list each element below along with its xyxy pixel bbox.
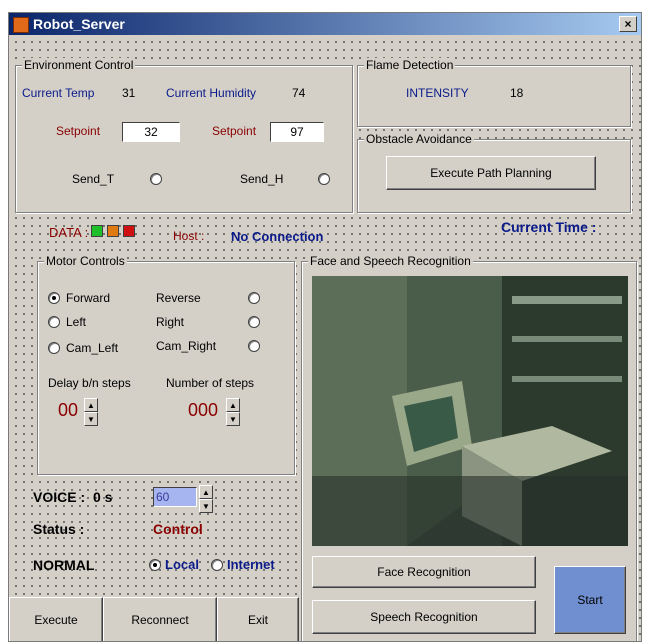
setpoint-temp-field[interactable]: 32 bbox=[122, 122, 180, 142]
motor-controls-group: Motor Controls Forward Reverse Left Righ… bbox=[37, 254, 295, 475]
cam-right-radio[interactable] bbox=[248, 340, 260, 352]
intensity-label: INTENSITY bbox=[406, 86, 469, 100]
obstacle-avoidance-legend: Obstacle Avoidance bbox=[364, 132, 474, 146]
forward-label: Forward bbox=[66, 291, 111, 305]
indicator-red bbox=[123, 225, 135, 237]
status-value: Control bbox=[153, 521, 203, 537]
delay-value: 00 bbox=[58, 400, 79, 420]
steps-up-icon[interactable]: ▲ bbox=[226, 398, 240, 412]
current-humidity-label: Current Humidity bbox=[166, 86, 257, 100]
indicator-green bbox=[91, 225, 103, 237]
environment-control-legend: Environment Control bbox=[22, 58, 136, 72]
right-label: Right bbox=[156, 315, 185, 329]
delay-up-icon[interactable]: ▲ bbox=[84, 398, 98, 412]
current-time-label: Current Time : bbox=[501, 219, 597, 235]
flame-detection-legend: Flame Detection bbox=[364, 58, 456, 72]
title-bar: Robot_Server × bbox=[9, 13, 641, 35]
delay-label: Delay b/n steps bbox=[48, 376, 131, 390]
send-t-radio[interactable] bbox=[150, 173, 162, 185]
current-temp-label: Current Temp bbox=[22, 86, 95, 100]
face-recognition-button[interactable]: Face Recognition bbox=[312, 556, 536, 588]
voice-spinner[interactable]: ▲ ▼ bbox=[199, 485, 213, 515]
internet-label: Internet bbox=[227, 557, 275, 572]
steps-value: 000 bbox=[188, 400, 219, 420]
steps-label: Number of steps bbox=[166, 376, 255, 390]
local-radio[interactable] bbox=[149, 559, 161, 571]
start-button[interactable]: Start bbox=[554, 566, 626, 634]
voice-input[interactable]: 60 bbox=[153, 487, 197, 507]
host-value: No Connection bbox=[231, 229, 324, 244]
send-h-label: Send_H bbox=[240, 172, 284, 186]
voice-down-icon[interactable]: ▼ bbox=[199, 499, 213, 513]
robot-server-window: Robot_Server × Environment Control Curre… bbox=[8, 12, 642, 642]
right-radio[interactable] bbox=[248, 316, 260, 328]
speech-recognition-button[interactable]: Speech Recognition bbox=[312, 600, 536, 634]
execute-button[interactable]: Execute bbox=[9, 597, 103, 641]
obstacle-avoidance-group: Obstacle Avoidance Execute Path Planning bbox=[357, 132, 631, 213]
execute-path-planning-button[interactable]: Execute Path Planning bbox=[386, 156, 596, 190]
current-humidity-value: 74 bbox=[292, 86, 306, 100]
indicator-orange bbox=[107, 225, 119, 237]
left-label: Left bbox=[66, 315, 87, 329]
local-label: Local bbox=[165, 557, 199, 572]
reconnect-button[interactable]: Reconnect bbox=[103, 597, 217, 641]
host-label: Host : bbox=[173, 229, 205, 243]
data-label: DATA : bbox=[49, 225, 89, 240]
reverse-radio[interactable] bbox=[248, 292, 260, 304]
internet-radio[interactable] bbox=[211, 559, 223, 571]
send-t-label: Send_T bbox=[72, 172, 115, 186]
setpoint-humidity-field[interactable]: 97 bbox=[270, 122, 324, 142]
forward-radio[interactable] bbox=[48, 292, 60, 304]
current-temp-value: 31 bbox=[122, 86, 136, 100]
voice-label: VOICE : bbox=[33, 489, 86, 505]
app-icon bbox=[13, 17, 29, 33]
left-radio[interactable] bbox=[48, 316, 60, 328]
intensity-value: 18 bbox=[510, 86, 524, 100]
cam-left-radio[interactable] bbox=[48, 342, 60, 354]
reverse-label: Reverse bbox=[156, 291, 201, 305]
face-speech-group: Face and Speech Recognition Face Recogni… bbox=[301, 254, 637, 641]
send-h-radio[interactable] bbox=[318, 173, 330, 185]
close-button[interactable]: × bbox=[619, 16, 637, 32]
status-label: Status : bbox=[33, 521, 85, 537]
setpoint-humidity-label: Setpoint bbox=[212, 124, 257, 138]
camera-image bbox=[312, 276, 628, 546]
steps-spinner[interactable]: ▲ ▼ bbox=[226, 398, 240, 428]
flame-detection-group: Flame Detection INTENSITY 18 bbox=[357, 58, 631, 127]
cam-left-label: Cam_Left bbox=[66, 341, 119, 355]
delay-down-icon[interactable]: ▼ bbox=[84, 412, 98, 426]
window-title: Robot_Server bbox=[33, 16, 125, 32]
setpoint-temp-label: Setpoint bbox=[56, 124, 101, 138]
motor-controls-legend: Motor Controls bbox=[44, 254, 127, 268]
cam-right-label: Cam_Right bbox=[156, 339, 217, 353]
voice-value: 0 s bbox=[93, 489, 113, 505]
normal-label: NORMAL bbox=[33, 557, 95, 573]
face-speech-legend: Face and Speech Recognition bbox=[308, 254, 473, 268]
steps-down-icon[interactable]: ▼ bbox=[226, 412, 240, 426]
exit-button[interactable]: Exit bbox=[217, 597, 299, 641]
delay-spinner[interactable]: ▲ ▼ bbox=[84, 398, 98, 428]
voice-up-icon[interactable]: ▲ bbox=[199, 485, 213, 499]
environment-control-group: Environment Control Current Temp 31 Curr… bbox=[15, 58, 353, 213]
camera-feed bbox=[312, 276, 628, 546]
